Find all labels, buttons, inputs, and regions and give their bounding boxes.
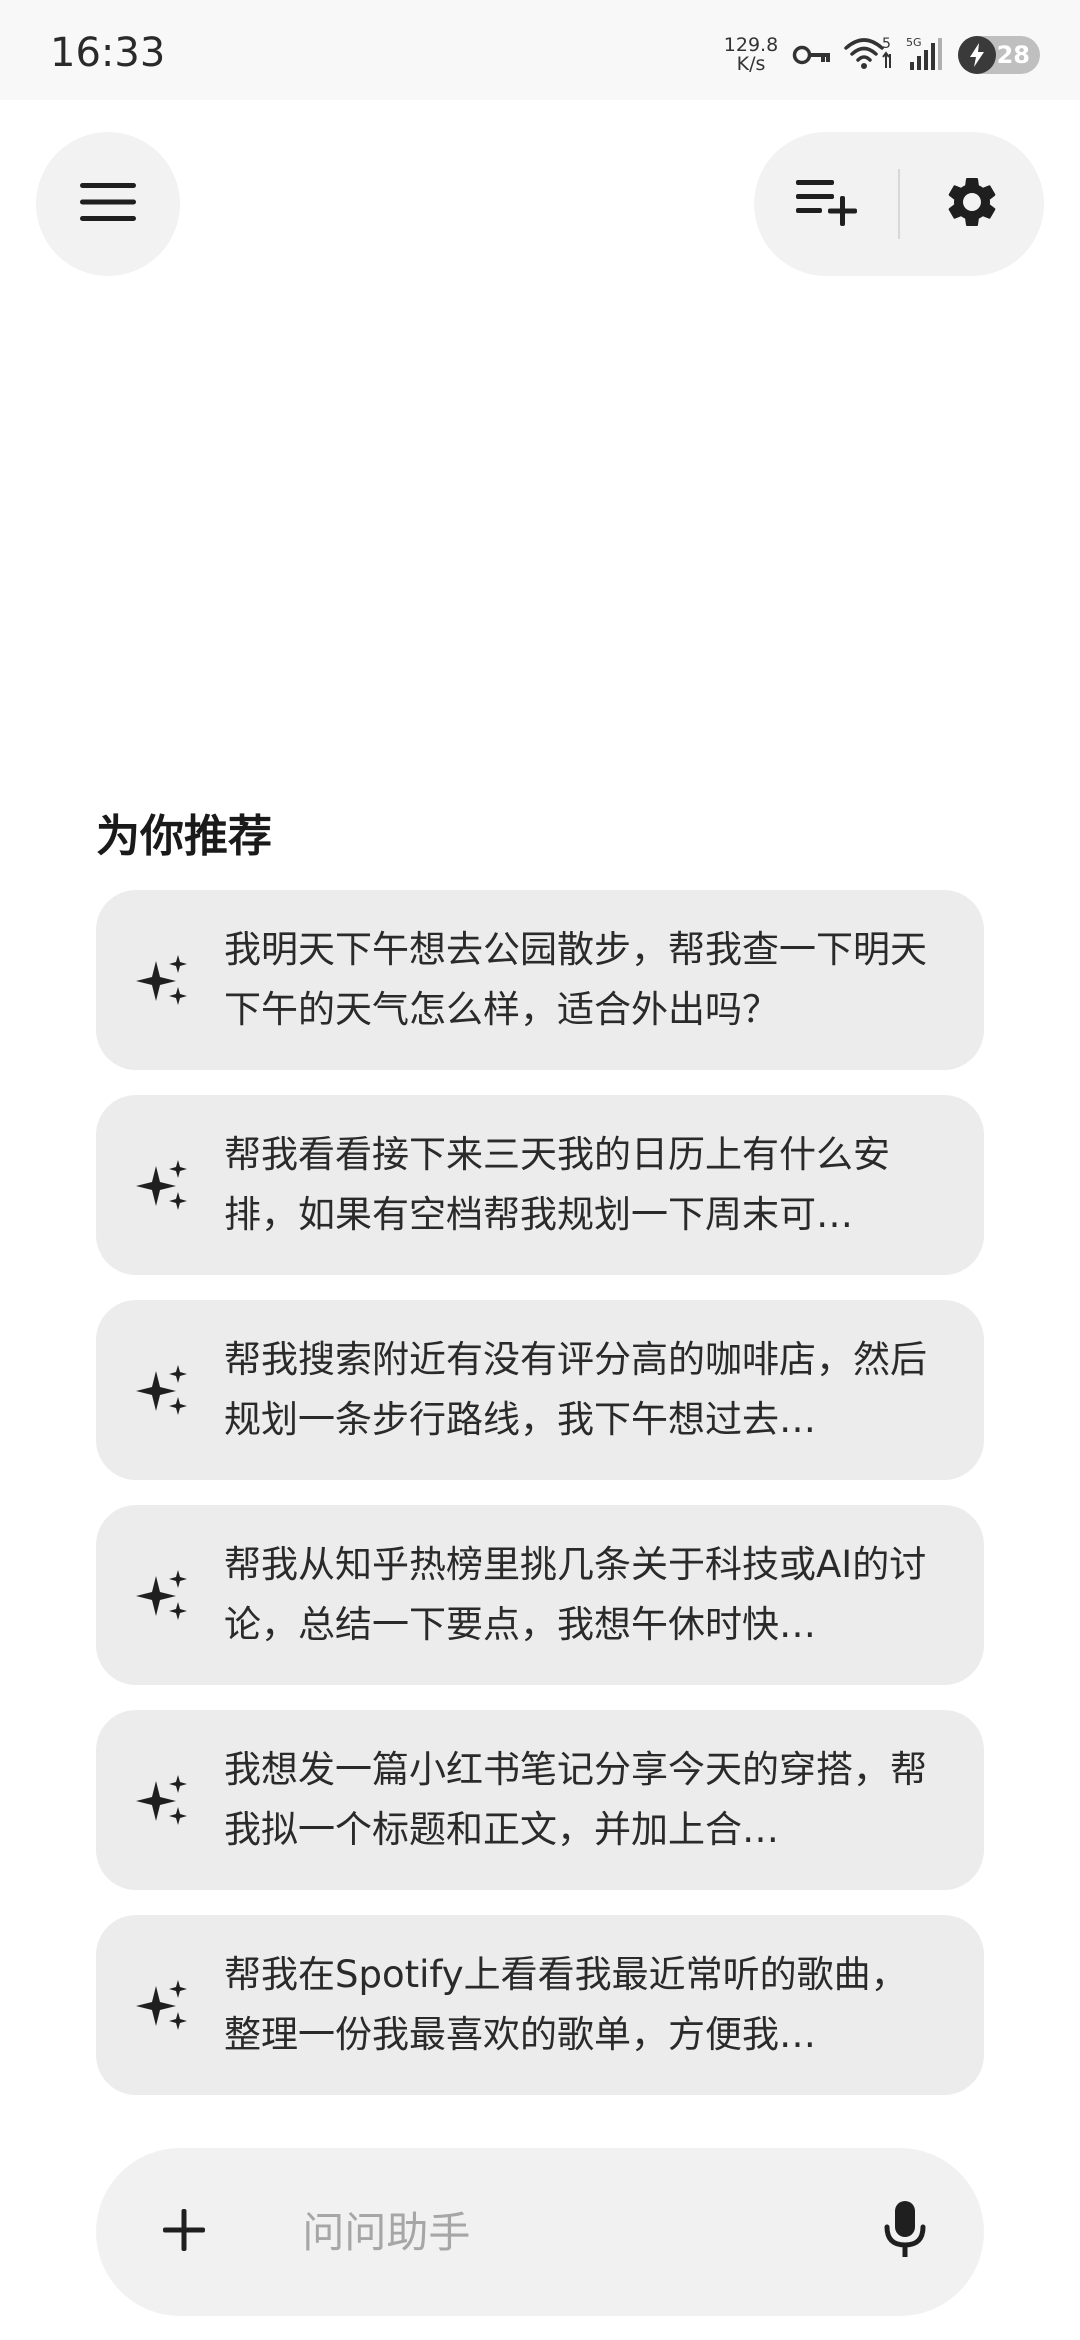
- network-speed-unit: K/s: [736, 53, 766, 75]
- assistant-home-screen: 16:33 129.8 K/s 5 5G 28 为你推荐 我明天下午想去公园散步…: [0, 0, 1080, 2340]
- new-chat-button[interactable]: [754, 132, 898, 276]
- recommendations-title: 为你推荐: [96, 811, 272, 862]
- header-actions: [754, 132, 1044, 276]
- attach-button[interactable]: [96, 2148, 272, 2316]
- plus-icon: [161, 2207, 207, 2257]
- sparkle-icon: [96, 1915, 224, 2095]
- cellular-signal-icon: 5G: [906, 36, 946, 74]
- sparkle-icon: [96, 890, 224, 1070]
- sparkle-icon: [96, 1300, 224, 1480]
- status-icons: 129.8 K/s 5 5G 28: [722, 30, 1040, 80]
- status-bar: 16:33 129.8 K/s 5 5G 28: [0, 0, 1080, 100]
- menu-icon: [79, 181, 137, 227]
- chat-input[interactable]: [272, 2182, 826, 2282]
- suggestion-card[interactable]: 我想发一篇小红书笔记分享今天的穿搭，帮我拟一个标题和正文，并加上合…: [96, 1710, 984, 1890]
- new-chat-icon: [794, 176, 858, 232]
- suggestion-card[interactable]: 帮我搜索附近有没有评分高的咖啡店，然后规划一条步行路线，我下午想过去…: [96, 1300, 984, 1480]
- suggestion-text: 帮我在Spotify上看看我最近常听的歌曲，整理一份我最喜欢的歌单，方便我…: [224, 1953, 908, 2056]
- suggestion-list: 我明天下午想去公园散步，帮我查一下明天下午的天气怎么样，适合外出吗？ 帮我看看接…: [96, 890, 984, 2120]
- suggestion-card[interactable]: 帮我看看接下来三天我的日历上有什么安排，如果有空档帮我规划一下周末可…: [96, 1095, 984, 1275]
- suggestion-card[interactable]: 我明天下午想去公园散步，帮我查一下明天下午的天气怎么样，适合外出吗？: [96, 890, 984, 1070]
- chat-input-bar: [96, 2148, 984, 2316]
- suggestion-text: 我想发一篇小红书笔记分享今天的穿搭，帮我拟一个标题和正文，并加上合…: [224, 1748, 927, 1851]
- suggestion-text: 帮我看看接下来三天我的日历上有什么安排，如果有空档帮我规划一下周末可…: [224, 1133, 890, 1236]
- battery-indicator: 28: [958, 36, 1040, 74]
- cell-network-label: 5G: [906, 36, 922, 49]
- sparkle-icon: [96, 1710, 224, 1890]
- microphone-icon: [883, 2199, 927, 2265]
- suggestion-card[interactable]: 帮我在Spotify上看看我最近常听的歌曲，整理一份我最喜欢的歌单，方便我…: [96, 1915, 984, 2095]
- battery-level: 28: [996, 41, 1030, 69]
- vpn-key-icon: [792, 43, 832, 67]
- sparkle-icon: [96, 1505, 224, 1685]
- battery-charging-icon: [958, 36, 996, 74]
- voice-input-button[interactable]: [825, 2148, 984, 2316]
- status-time: 16:33: [50, 30, 166, 76]
- suggestion-text: 我明天下午想去公园散步，帮我查一下明天下午的天气怎么样，适合外出吗？: [224, 928, 927, 1031]
- settings-icon: [942, 172, 1002, 236]
- suggestion-card[interactable]: 帮我从知乎热榜里挑几条关于科技或AI的讨论，总结一下要点，我想午休时快…: [96, 1505, 984, 1685]
- menu-button[interactable]: [36, 132, 180, 276]
- network-speed: 129.8 K/s: [722, 36, 780, 74]
- wifi-icon: 5: [844, 36, 894, 74]
- wifi-band-label: 5: [882, 36, 891, 52]
- suggestion-text: 帮我从知乎热榜里挑几条关于科技或AI的讨论，总结一下要点，我想午休时快…: [224, 1543, 927, 1646]
- settings-button[interactable]: [900, 132, 1044, 276]
- suggestion-text: 帮我搜索附近有没有评分高的咖啡店，然后规划一条步行路线，我下午想过去…: [224, 1338, 927, 1441]
- sparkle-icon: [96, 1095, 224, 1275]
